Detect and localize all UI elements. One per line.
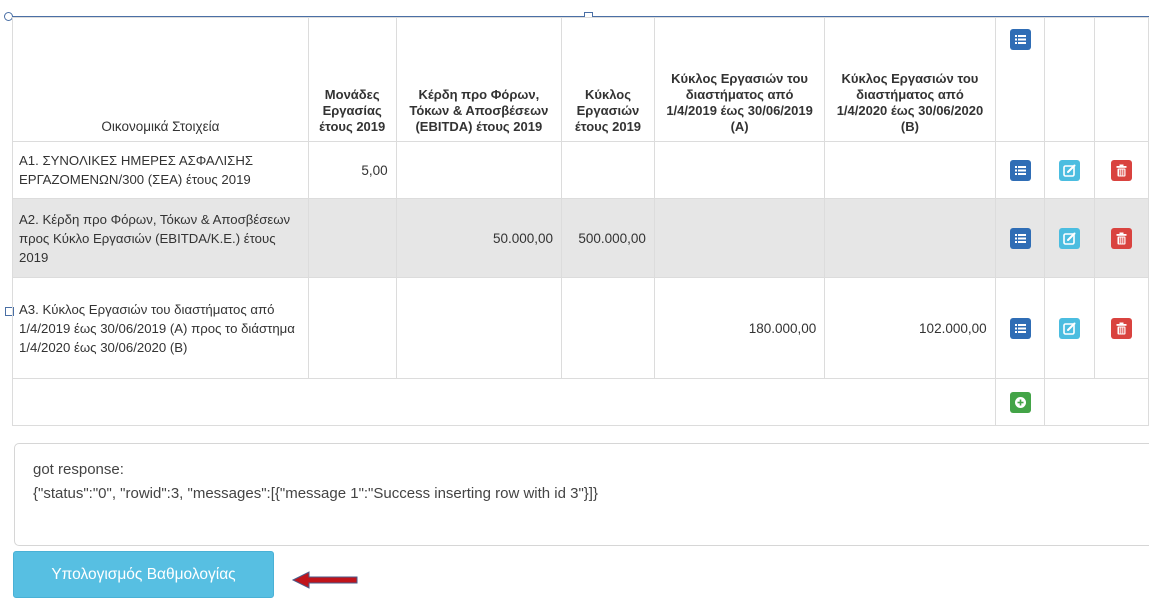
response-title: got response: bbox=[33, 461, 124, 478]
response-json: {"status":"0", "rowid":3, "messages":[{"… bbox=[33, 485, 598, 502]
cell-turnover-b bbox=[824, 198, 996, 278]
cell-units bbox=[307, 198, 397, 278]
edit-icon[interactable] bbox=[1059, 317, 1081, 339]
cell-turnover bbox=[561, 141, 655, 199]
trash-icon[interactable] bbox=[1111, 317, 1133, 339]
cell-turnover-a bbox=[653, 198, 826, 278]
cell-ebitda bbox=[395, 277, 563, 379]
edit-icon[interactable] bbox=[1059, 227, 1081, 249]
add-row-spacer bbox=[12, 378, 996, 426]
cell-edit bbox=[1044, 277, 1096, 379]
cell-delete bbox=[1094, 198, 1149, 278]
table-row: Α1. ΣΥΝΟΛΙΚΕΣ ΗΜΕΡΕΣ ΑΣΦΑΛΙΣΗΣ ΕΡΓΑΖΟΜΕΝ… bbox=[12, 141, 1149, 199]
cell-details bbox=[994, 277, 1046, 379]
table-header-row: Οικονομικά Στοιχεία Μονάδες Εργασίας έτο… bbox=[12, 17, 1149, 142]
list-icon[interactable] bbox=[1009, 227, 1031, 249]
row-label: Α1. ΣΥΝΟΛΙΚΕΣ ΗΜΕΡΕΣ ΑΣΦΑΛΙΣΗΣ ΕΡΓΑΖΟΜΕΝ… bbox=[12, 141, 309, 199]
cell-turnover-b bbox=[824, 141, 996, 199]
cell-turnover-b: 102.000,00 bbox=[824, 277, 996, 379]
cell-ebitda: 50.000,00 bbox=[395, 198, 563, 278]
edit-icon[interactable] bbox=[1059, 159, 1081, 181]
cell-details bbox=[994, 198, 1046, 278]
cell-units: 5,00 bbox=[307, 141, 397, 199]
add-row-empty bbox=[1044, 378, 1149, 426]
header-work-units: Μονάδες Εργασίας έτους 2019 bbox=[307, 17, 397, 142]
cell-details bbox=[994, 141, 1046, 199]
cell-delete bbox=[1094, 277, 1149, 379]
response-box: got response: {"status":"0", "rowid":3, … bbox=[14, 443, 1149, 546]
cell-add bbox=[994, 378, 1046, 426]
trash-icon[interactable] bbox=[1111, 227, 1133, 249]
row-label: Α3. Κύκλος Εργασιών του διαστήματος από … bbox=[12, 277, 309, 379]
header-turnover-a: Κύκλος Εργασιών του διαστήματος από 1/4/… bbox=[653, 17, 826, 142]
cell-ebitda bbox=[395, 141, 563, 199]
trash-icon[interactable] bbox=[1111, 159, 1133, 181]
cell-turnover bbox=[561, 277, 655, 379]
plus-circle-icon[interactable] bbox=[1009, 391, 1031, 413]
header-turnover: Κύκλος Εργασιών έτους 2019 bbox=[561, 17, 655, 142]
cell-edit bbox=[1044, 198, 1096, 278]
list-icon[interactable] bbox=[1009, 317, 1031, 339]
row-label: Α2. Κέρδη προ Φόρων, Τόκων & Αποσβέσεων … bbox=[12, 198, 309, 278]
financial-data-table: Οικονομικά Στοιχεία Μονάδες Εργασίας έτο… bbox=[12, 17, 1149, 426]
cell-turnover-a: 180.000,00 bbox=[653, 277, 826, 379]
table-row: Α2. Κέρδη προ Φόρων, Τόκων & Αποσβέσεων … bbox=[12, 198, 1149, 278]
list-icon[interactable] bbox=[1009, 159, 1031, 181]
header-ebitda: Κέρδη προ Φόρων, Τόκων & Αποσβέσεων (EBI… bbox=[395, 17, 563, 142]
list-icon[interactable] bbox=[1009, 29, 1031, 50]
cell-turnover: 500.000,00 bbox=[561, 198, 655, 278]
calculate-score-button[interactable]: Υπολογισμός Βαθμολογίας bbox=[13, 551, 274, 598]
cell-edit bbox=[1044, 141, 1096, 199]
header-financial-items: Οικονομικά Στοιχεία bbox=[12, 17, 309, 142]
cell-units bbox=[307, 277, 397, 379]
header-turnover-b: Κύκλος Εργασιών του διαστήματος από 1/4/… bbox=[824, 17, 996, 142]
header-actions bbox=[994, 17, 1046, 142]
add-row bbox=[12, 378, 1149, 426]
header-empty bbox=[1044, 17, 1096, 142]
cell-delete bbox=[1094, 141, 1149, 199]
table-row: Α3. Κύκλος Εργασιών του διαστήματος από … bbox=[12, 277, 1149, 379]
cell-turnover-a bbox=[653, 141, 826, 199]
header-empty bbox=[1094, 17, 1149, 142]
red-arrow-icon bbox=[291, 571, 358, 589]
